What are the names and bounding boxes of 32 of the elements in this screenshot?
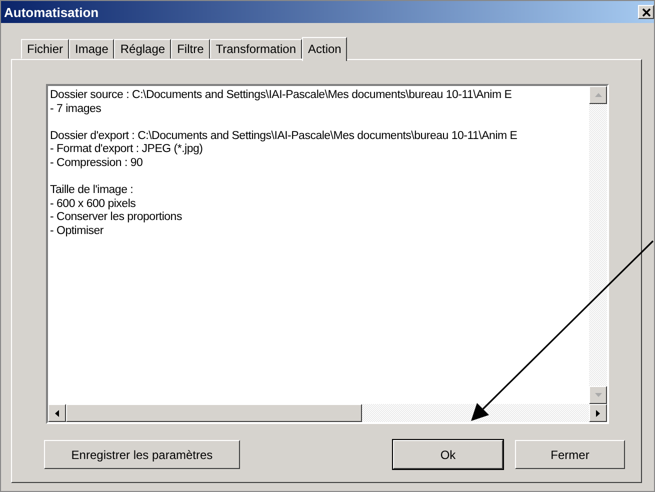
- summary-line: - 7 images: [50, 102, 102, 116]
- close-icon: [642, 8, 650, 16]
- down-arrow-icon: [594, 393, 602, 397]
- tab[interactable]: Fichier: [21, 39, 70, 59]
- close-button[interactable]: [638, 5, 654, 19]
- vertical-scrollbar[interactable]: [589, 86, 607, 404]
- window-title: Automatisation: [4, 4, 99, 20]
- dialog-button[interactable]: Enregistrer les paramètres: [44, 440, 240, 469]
- tab[interactable]: Filtre: [171, 39, 210, 59]
- tab[interactable]: Réglage: [114, 39, 172, 59]
- summary-line: Dossier source : C:\Documents and Settings\IAI-Pascale\Mes documents\bureau 10-11\Anim E: [50, 89, 513, 103]
- tab[interactable]: Image: [69, 39, 114, 59]
- dialog-button[interactable]: Fermer: [515, 440, 625, 469]
- left-arrow-icon: [55, 410, 59, 416]
- tab[interactable]: Action: [302, 37, 348, 61]
- scroll-down-button[interactable]: [589, 386, 607, 404]
- dialog-button[interactable]: Ok: [393, 440, 503, 469]
- summary-line: - 600 x 600 pixels: [50, 198, 137, 212]
- summary-line: - Format d'export : JPEG (*.jpg): [50, 143, 204, 157]
- up-arrow-icon: [594, 93, 602, 97]
- scroll-left-button[interactable]: [48, 404, 66, 422]
- horizontal-scrollbar[interactable]: [48, 404, 607, 422]
- scrollbar-thumb[interactable]: [66, 404, 362, 422]
- summary-line: Dossier d'export : C:\Documents and Settings\IAI-Pascale\Mes documents\bureau 10-11\Anim E: [50, 130, 518, 144]
- tab[interactable]: Transformation: [210, 39, 302, 59]
- scroll-right-button[interactable]: [589, 404, 607, 422]
- right-arrow-icon: [596, 410, 600, 416]
- summary-line: Taille de l'image :: [50, 184, 134, 198]
- summary-line: - Compression : 90: [50, 156, 144, 171]
- scroll-up-button[interactable]: [589, 86, 607, 104]
- summary-line: - Optimiser: [50, 224, 104, 239]
- summary-line: - Conserver les proportions: [50, 211, 183, 225]
